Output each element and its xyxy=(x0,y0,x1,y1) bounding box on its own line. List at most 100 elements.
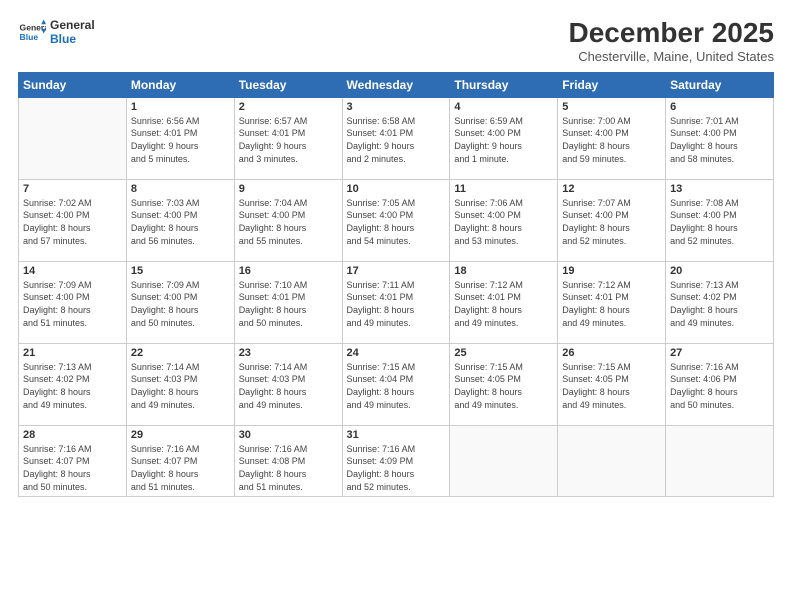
day-info: Sunrise: 6:59 AM Sunset: 4:00 PM Dayligh… xyxy=(454,115,553,165)
day-info: Sunrise: 7:04 AM Sunset: 4:00 PM Dayligh… xyxy=(239,197,338,247)
day-number: 18 xyxy=(454,265,553,277)
day-number: 22 xyxy=(131,347,230,359)
col-saturday: Saturday xyxy=(666,72,774,97)
day-info: Sunrise: 7:10 AM Sunset: 4:01 PM Dayligh… xyxy=(239,279,338,329)
day-number: 27 xyxy=(670,347,769,359)
day-info: Sunrise: 7:03 AM Sunset: 4:00 PM Dayligh… xyxy=(131,197,230,247)
day-info: Sunrise: 7:16 AM Sunset: 4:07 PM Dayligh… xyxy=(23,443,122,493)
day-info: Sunrise: 7:08 AM Sunset: 4:00 PM Dayligh… xyxy=(670,197,769,247)
day-info: Sunrise: 7:02 AM Sunset: 4:00 PM Dayligh… xyxy=(23,197,122,247)
day-info: Sunrise: 7:00 AM Sunset: 4:00 PM Dayligh… xyxy=(562,115,661,165)
table-row xyxy=(558,425,666,496)
logo: General Blue General Blue xyxy=(18,18,95,47)
month-title: December 2025 xyxy=(569,18,774,49)
day-number: 4 xyxy=(454,101,553,113)
table-row: 30 Sunrise: 7:16 AM Sunset: 4:08 PM Dayli… xyxy=(234,425,342,496)
day-info: Sunrise: 6:56 AM Sunset: 4:01 PM Dayligh… xyxy=(131,115,230,165)
day-info: Sunrise: 6:57 AM Sunset: 4:01 PM Dayligh… xyxy=(239,115,338,165)
calendar-table: Sunday Monday Tuesday Wednesday Thursday… xyxy=(18,72,774,497)
day-number: 12 xyxy=(562,183,661,195)
table-row: 11Sunrise: 7:06 AM Sunset: 4:00 PM Dayli… xyxy=(450,179,558,261)
table-row: 26 Sunrise: 7:15 AM Sunset: 4:05 PM Dayli… xyxy=(558,343,666,425)
week-row-4: 21Sunrise: 7:13 AM Sunset: 4:02 PM Dayli… xyxy=(19,343,774,425)
day-info: Sunrise: 7:16 AM Sunset: 4:07 PM Dayligh… xyxy=(131,443,230,493)
day-number: 15 xyxy=(131,265,230,277)
table-row: 12 Sunrise: 7:07 AM Sunset: 4:00 PM Dayli… xyxy=(558,179,666,261)
day-number: 23 xyxy=(239,347,338,359)
day-info: Sunrise: 7:13 AM Sunset: 4:02 PM Dayligh… xyxy=(670,279,769,329)
day-number: 26 xyxy=(562,347,661,359)
week-row-5: 28Sunrise: 7:16 AM Sunset: 4:07 PM Dayli… xyxy=(19,425,774,496)
logo-icon: General Blue xyxy=(18,18,46,46)
table-row xyxy=(450,425,558,496)
day-info: Sunrise: 7:16 AM Sunset: 4:08 PM Dayligh… xyxy=(239,443,338,493)
col-tuesday: Tuesday xyxy=(234,72,342,97)
table-row xyxy=(19,97,127,179)
day-info: Sunrise: 7:09 AM Sunset: 4:00 PM Dayligh… xyxy=(131,279,230,329)
col-wednesday: Wednesday xyxy=(342,72,450,97)
day-info: Sunrise: 6:58 AM Sunset: 4:01 PM Dayligh… xyxy=(347,115,446,165)
day-number: 24 xyxy=(347,347,446,359)
day-info: Sunrise: 7:01 AM Sunset: 4:00 PM Dayligh… xyxy=(670,115,769,165)
day-number: 2 xyxy=(239,101,338,113)
table-row: 19Sunrise: 7:12 AM Sunset: 4:01 PM Dayli… xyxy=(558,261,666,343)
day-info: Sunrise: 7:16 AM Sunset: 4:06 PM Dayligh… xyxy=(670,361,769,411)
day-info: Sunrise: 7:11 AM Sunset: 4:01 PM Dayligh… xyxy=(347,279,446,329)
day-info: Sunrise: 7:15 AM Sunset: 4:04 PM Dayligh… xyxy=(347,361,446,411)
day-info: Sunrise: 7:12 AM Sunset: 4:01 PM Dayligh… xyxy=(454,279,553,329)
day-number: 16 xyxy=(239,265,338,277)
table-row: 22 Sunrise: 7:14 AM Sunset: 4:03 PM Dayli… xyxy=(126,343,234,425)
day-number: 6 xyxy=(670,101,769,113)
day-info: Sunrise: 7:15 AM Sunset: 4:05 PM Dayligh… xyxy=(562,361,661,411)
week-row-1: 1 Sunrise: 6:56 AM Sunset: 4:01 PM Daylig… xyxy=(19,97,774,179)
table-row: 29Sunrise: 7:16 AM Sunset: 4:07 PM Dayli… xyxy=(126,425,234,496)
day-number: 25 xyxy=(454,347,553,359)
table-row: 31 Sunrise: 7:16 AM Sunset: 4:09 PM Dayli… xyxy=(342,425,450,496)
day-number: 13 xyxy=(670,183,769,195)
day-number: 20 xyxy=(670,265,769,277)
table-row: 4 Sunrise: 6:59 AM Sunset: 4:00 PM Daylig… xyxy=(450,97,558,179)
day-info: Sunrise: 7:16 AM Sunset: 4:09 PM Dayligh… xyxy=(347,443,446,493)
table-row: 17 Sunrise: 7:11 AM Sunset: 4:01 PM Dayli… xyxy=(342,261,450,343)
header: General Blue General Blue December 2025 … xyxy=(18,18,774,64)
col-friday: Friday xyxy=(558,72,666,97)
day-number: 10 xyxy=(347,183,446,195)
table-row xyxy=(666,425,774,496)
day-number: 1 xyxy=(131,101,230,113)
day-number: 7 xyxy=(23,183,122,195)
day-number: 3 xyxy=(347,101,446,113)
table-row: 23 Sunrise: 7:14 AM Sunset: 4:03 PM Dayli… xyxy=(234,343,342,425)
day-info: Sunrise: 7:07 AM Sunset: 4:00 PM Dayligh… xyxy=(562,197,661,247)
table-row: 2 Sunrise: 6:57 AM Sunset: 4:01 PM Daylig… xyxy=(234,97,342,179)
day-number: 5 xyxy=(562,101,661,113)
table-row: 5 Sunrise: 7:00 AM Sunset: 4:00 PM Daylig… xyxy=(558,97,666,179)
table-row: 25 Sunrise: 7:15 AM Sunset: 4:05 PM Dayli… xyxy=(450,343,558,425)
week-row-2: 7 Sunrise: 7:02 AM Sunset: 4:00 PM Daylig… xyxy=(19,179,774,261)
day-number: 30 xyxy=(239,429,338,441)
day-info: Sunrise: 7:15 AM Sunset: 4:05 PM Dayligh… xyxy=(454,361,553,411)
day-info: Sunrise: 7:14 AM Sunset: 4:03 PM Dayligh… xyxy=(131,361,230,411)
table-row: 3 Sunrise: 6:58 AM Sunset: 4:01 PM Daylig… xyxy=(342,97,450,179)
table-row: 9 Sunrise: 7:04 AM Sunset: 4:00 PM Daylig… xyxy=(234,179,342,261)
table-row: 1 Sunrise: 6:56 AM Sunset: 4:01 PM Daylig… xyxy=(126,97,234,179)
col-thursday: Thursday xyxy=(450,72,558,97)
table-row: 6 Sunrise: 7:01 AM Sunset: 4:00 PM Daylig… xyxy=(666,97,774,179)
day-info: Sunrise: 7:14 AM Sunset: 4:03 PM Dayligh… xyxy=(239,361,338,411)
location: Chesterville, Maine, United States xyxy=(569,49,774,64)
day-number: 8 xyxy=(131,183,230,195)
day-number: 9 xyxy=(239,183,338,195)
table-row: 16 Sunrise: 7:10 AM Sunset: 4:01 PM Dayli… xyxy=(234,261,342,343)
day-info: Sunrise: 7:06 AM Sunset: 4:00 PM Dayligh… xyxy=(454,197,553,247)
header-row: Sunday Monday Tuesday Wednesday Thursday… xyxy=(19,72,774,97)
week-row-3: 14Sunrise: 7:09 AM Sunset: 4:00 PM Dayli… xyxy=(19,261,774,343)
table-row: 21Sunrise: 7:13 AM Sunset: 4:02 PM Dayli… xyxy=(19,343,127,425)
table-row: 14Sunrise: 7:09 AM Sunset: 4:00 PM Dayli… xyxy=(19,261,127,343)
day-number: 21 xyxy=(23,347,122,359)
logo-general: General xyxy=(50,18,95,32)
day-number: 17 xyxy=(347,265,446,277)
day-info: Sunrise: 7:09 AM Sunset: 4:00 PM Dayligh… xyxy=(23,279,122,329)
day-number: 31 xyxy=(347,429,446,441)
svg-text:Blue: Blue xyxy=(20,32,39,42)
logo-blue: Blue xyxy=(50,32,95,46)
day-info: Sunrise: 7:12 AM Sunset: 4:01 PM Dayligh… xyxy=(562,279,661,329)
